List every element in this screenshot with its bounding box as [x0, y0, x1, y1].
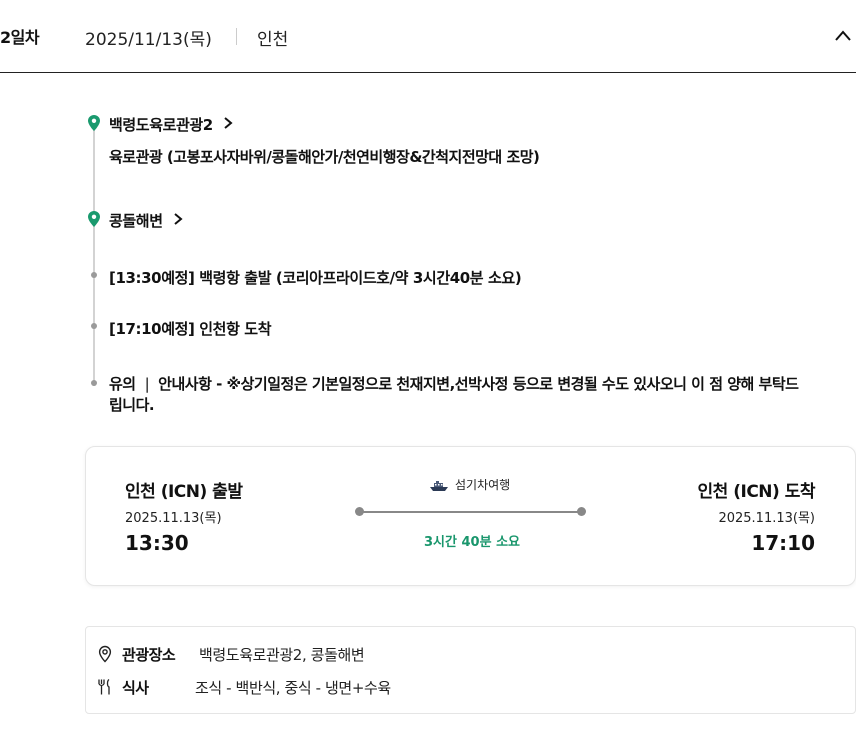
summary-value: 조식 - 백반식, 중식 - 냉면+수육: [195, 679, 391, 697]
notice-text: 유의 | 안내사항 - ※상기일정은 기본일정으로 천재지변,선박사정 등으로 변경…: [109, 374, 809, 416]
location-icon: [96, 645, 114, 663]
day-label: 2일차: [0, 28, 40, 47]
timeline-dot: [91, 380, 97, 386]
departure-city: 인천 (ICN) 출발: [125, 482, 243, 502]
schedule-item: [17:10예정] 인천항 도착: [109, 320, 272, 338]
place-title: 백령도육로관광2: [109, 116, 213, 134]
summary-value: 백령도육로관광2, 콩돌해변: [199, 646, 365, 664]
route-end-dot: [577, 507, 586, 516]
place-link[interactable]: 콩돌해변: [109, 210, 183, 231]
day-header[interactable]: 2일차 2025/11/13(목) 인천: [0, 0, 856, 73]
arrival-city: 인천 (ICN) 도착: [697, 482, 816, 502]
departure-time: 13:30: [125, 531, 189, 555]
chevron-right-icon: [173, 212, 183, 230]
summary-label: 관광장소: [122, 646, 176, 664]
trip-type-label: 섬기차여행: [455, 478, 511, 492]
timeline-dot: [91, 323, 97, 329]
notice-body: 안내사항 - ※상기일정은 기본일정으로 천재지변,선박사정 등으로 변경될 수…: [109, 375, 799, 414]
arrival-date: 2025.11.13(목): [718, 511, 815, 526]
notice-separator: |: [144, 375, 150, 393]
trip-duration: 3시간 40분 소요: [424, 535, 520, 550]
divider: [236, 28, 237, 45]
place-description: 육로관광 (고봉포사자바위/콩돌해안가/천연비행장&간척지전망대 조망): [109, 148, 540, 166]
day-date: 2025/11/13(목): [85, 30, 212, 50]
chevron-right-icon: [223, 116, 233, 134]
place-link[interactable]: 백령도육로관광2: [109, 114, 233, 135]
departure-date: 2025.11.13(목): [125, 511, 222, 526]
schedule-item: [13:30예정] 백령항 출발 (코리아프라이드호/약 3시간40분 소요): [109, 269, 522, 287]
notice-label: 유의: [109, 375, 136, 393]
day-summary: 관광장소 백령도육로관광2, 콩돌해변 식사 조식 - 백반식, 중식 - 냉면…: [85, 626, 856, 714]
place-title: 콩돌해변: [109, 212, 163, 230]
map-pin-icon: [86, 114, 102, 132]
chevron-up-icon[interactable]: [832, 26, 854, 46]
trip-type: 섬기차여행: [429, 476, 510, 493]
timeline-dot: [91, 272, 97, 278]
summary-label: 식사: [122, 679, 149, 697]
route-line: [359, 511, 582, 513]
route-start-dot: [355, 507, 364, 516]
ship-icon: [429, 480, 449, 492]
map-pin-icon: [86, 210, 102, 228]
day-city: 인천: [257, 30, 289, 50]
transport-card: 인천 (ICN) 출발 2025.11.13(목) 13:30 섬기차여행 3시…: [85, 446, 856, 586]
fork-knife-icon: [96, 678, 114, 696]
arrival-time: 17:10: [751, 531, 815, 555]
timeline-line: [93, 128, 95, 386]
